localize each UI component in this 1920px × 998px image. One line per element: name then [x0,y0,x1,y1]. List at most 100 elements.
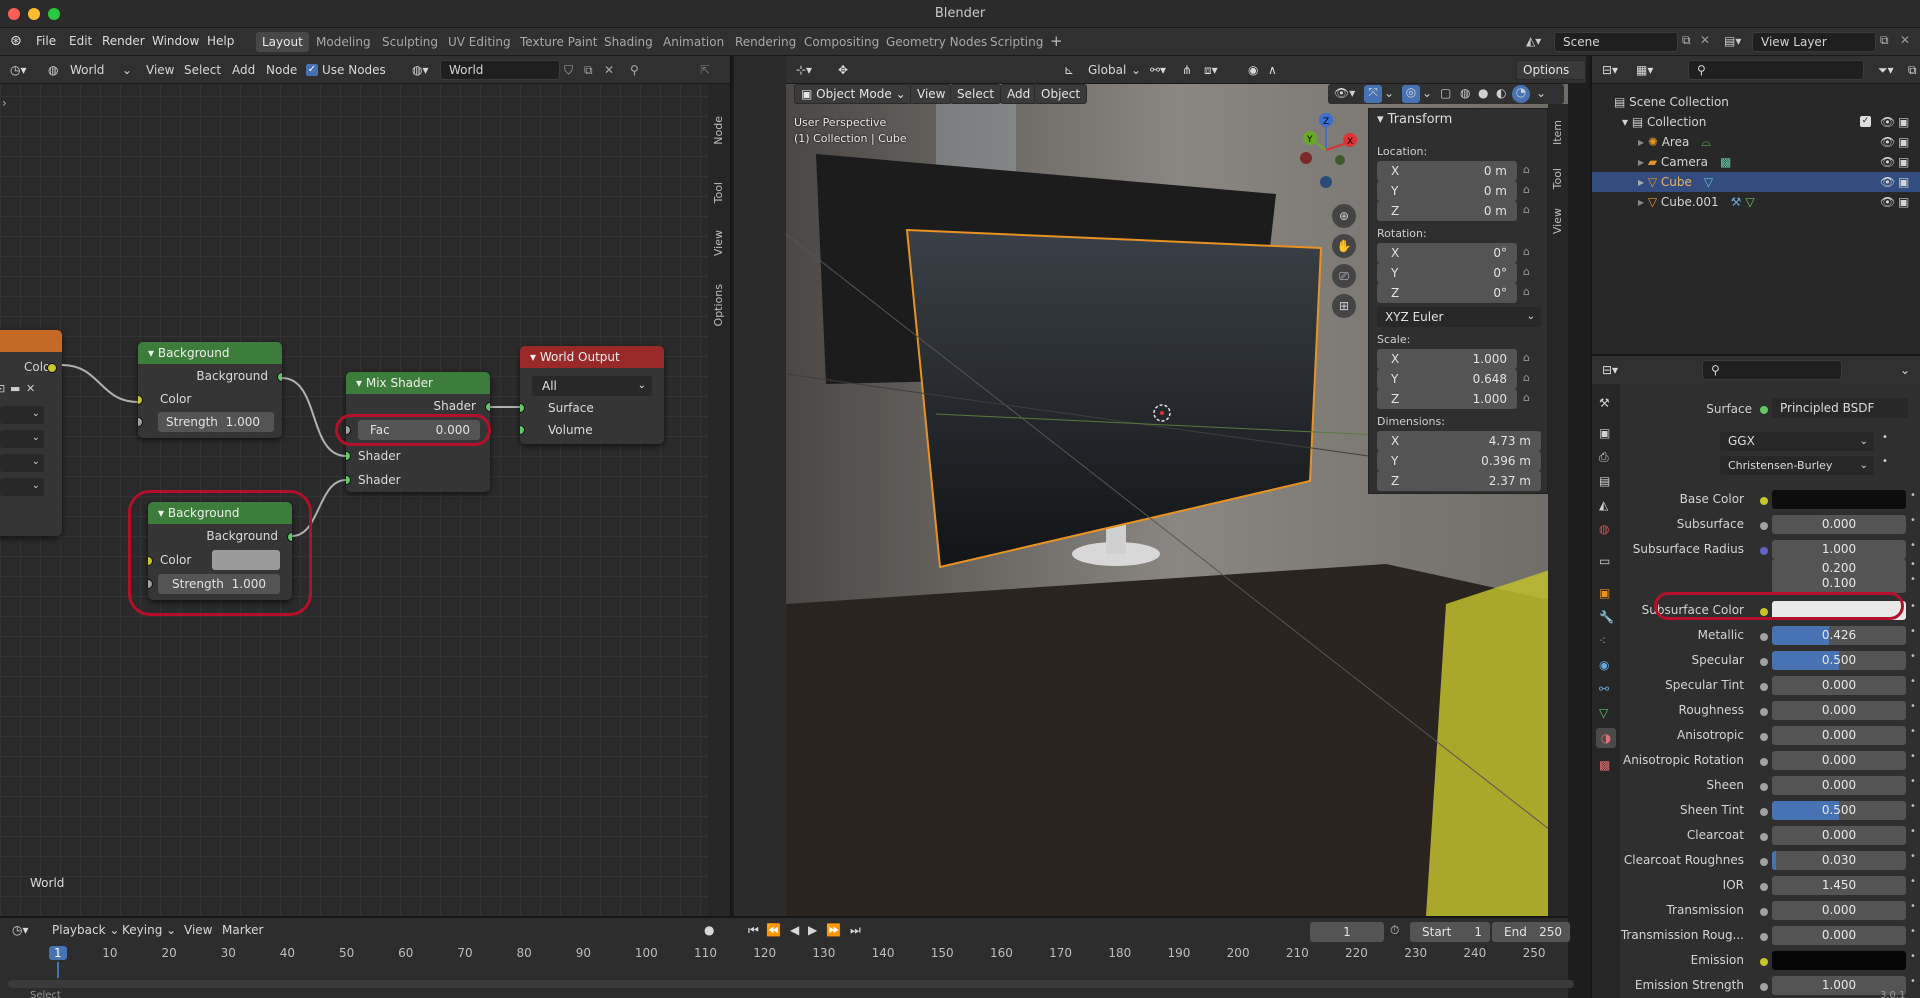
add-workspace-icon[interactable]: + [1050,32,1063,50]
lock-icon[interactable]: ⌂ [1523,391,1530,404]
distribution-dropdown[interactable]: GGX ⌄ [1720,432,1874,451]
tab-modeling[interactable]: Modeling [310,32,377,52]
tab-texture-paint[interactable]: Texture Paint [514,32,603,52]
tab-shading[interactable]: Shading [598,32,659,52]
color-swatch-field[interactable] [1772,490,1906,509]
viewport-menu-object[interactable]: Object [1034,84,1088,104]
location-x-field[interactable]: X0 m [1377,161,1517,181]
transform-title[interactable]: ▾ Transform [1377,112,1452,127]
output-tab-icon[interactable]: ⎙ [1599,450,1609,465]
keyframe-dot-icon[interactable]: • [1910,515,1916,526]
xray-icon[interactable]: ▢ [1440,86,1451,100]
rotation-y-field[interactable]: Y 0° [1377,263,1517,283]
keyframe-dot-icon[interactable]: • [1910,626,1916,637]
display-mode-icon[interactable]: ▦▾ [1636,63,1653,77]
subsurface-method-dropdown[interactable]: Christensen-Burley ⌄ [1720,456,1874,475]
prop-socket-icon[interactable] [1760,958,1768,966]
prop-socket-icon[interactable] [1760,522,1768,530]
collapse-icon[interactable]: ▾ [530,350,540,364]
keyframe-dot-icon[interactable]: • [1882,456,1888,467]
collection-row[interactable]: ▾ ▤ Collection ✓ 👁 ▣ [1592,112,1920,132]
keyframe-dot-icon[interactable]: • [1910,490,1916,501]
menu-edit[interactable]: Edit [69,34,92,48]
prop-socket-icon[interactable] [1760,858,1768,866]
outliner-item-area[interactable]: ▸ ✺ Area ⌓ 👁 ▣ [1592,132,1920,152]
menu-help[interactable]: Help [207,34,234,48]
surface-shader-field[interactable]: Principled BSDF [1772,398,1908,418]
keyframe-dot-icon[interactable]: • [1910,901,1916,912]
rotation-z-field[interactable]: Z 0° [1377,283,1517,303]
new-collection-icon[interactable]: ⧉ [1908,63,1917,78]
strength-field[interactable]: Strength 1.000 [158,412,274,432]
prop-socket-icon[interactable] [1760,783,1768,791]
prop-socket-icon[interactable] [1760,933,1768,941]
timeline-ruler[interactable]: 1 10 20 30 40 50 60 70 80 90 100 110 120 130 140 150 160… [0,918,1568,978]
value-slider[interactable]: 0.000 [1772,701,1906,720]
value-slider[interactable]: 0.000 [1772,751,1906,770]
pivot-point-icon[interactable]: ⚯▾ [1150,63,1166,77]
color-swatch-field[interactable] [1772,951,1906,970]
location-z-field[interactable]: Z0 m [1377,201,1517,221]
lock-icon[interactable]: ⌂ [1523,351,1530,364]
delete-scene-icon[interactable]: ✕ [1700,33,1710,47]
prop-socket-icon[interactable] [1760,883,1768,891]
prop-socket-icon[interactable] [1760,908,1768,916]
value-slider[interactable]: 0.030 [1772,851,1906,870]
surface-socket-icon[interactable] [1760,406,1768,414]
camera-render-icon[interactable]: ▣ [1898,172,1909,192]
eye-icon[interactable]: 👁 [1880,112,1895,132]
prop-socket-icon[interactable] [1760,658,1768,666]
value-slider[interactable]: 0.000 [1772,515,1906,534]
keyframe-dot-icon[interactable]: • [1910,601,1916,612]
menu-render[interactable]: Render [102,34,145,48]
scale-x-field[interactable]: X 1.000 [1377,349,1517,369]
keyframe-dot-icon[interactable]: • [1910,676,1916,687]
world-output-node[interactable]: ▾ World Output All ⌄ Surface Volume [520,346,664,444]
prop-socket-icon[interactable] [1760,683,1768,691]
camera-view-icon[interactable]: ⎚ [1332,264,1356,288]
prop-socket-icon[interactable] [1760,808,1768,816]
expand-icon[interactable]: ▸ [1638,135,1648,149]
outliner-item-camera[interactable]: ▸ ▰ Camera ▩ 👁 ▣ [1592,152,1920,172]
value-slider[interactable]: 0.500 [1772,801,1906,820]
prop-socket-icon[interactable] [1760,497,1768,505]
value-slider[interactable]: 0.000 [1772,676,1906,695]
eye-icon[interactable]: 👁 [1880,152,1895,172]
keyframe-dot-icon[interactable]: • [1910,826,1916,837]
timeline[interactable]: ◷▾ Playback ⌄ Keying ⌄ View Marker ● ⏮ ⏪… [0,916,1905,998]
lock-icon[interactable]: ⌂ [1523,371,1530,384]
solid-shading-icon[interactable]: ● [1478,86,1488,100]
dimensions-x-field[interactable]: X 4.73 m [1377,431,1541,451]
keyframe-dot-icon[interactable]: • [1910,540,1916,551]
camera-render-icon[interactable]: ▣ [1898,132,1909,152]
value-slider[interactable]: 0.100 [1772,574,1906,593]
viewport-editor-type-icon[interactable]: ⊹▾ [796,63,812,77]
overlay-toggle-icon[interactable]: ◎ [1402,85,1420,103]
rendered-shading-icon[interactable]: ◔ [1512,85,1530,103]
background-node-1[interactable]: ▾ Background Background Color Strength 1… [138,342,282,438]
collapse-icon[interactable]: ▾ [148,346,158,360]
orientation-icon[interactable]: ⊾ [1064,63,1074,77]
transform-pivot-icon[interactable]: ✥ [838,63,848,77]
navigation-gizmo[interactable]: Z Y X [1286,110,1366,190]
keyframe-dot-icon[interactable]: • [1910,559,1916,570]
prop-socket-icon[interactable] [1760,983,1768,991]
keyframe-dot-icon[interactable]: • [1910,701,1916,712]
scale-y-field[interactable]: Y 0.648 [1377,369,1517,389]
location-y-field[interactable]: Y0 m [1377,181,1517,201]
timeline-scrollbar[interactable] [8,980,1574,988]
playhead-current-frame[interactable]: 1 [49,946,67,960]
falloff-icon[interactable]: ∧ [1268,63,1277,77]
value-slider[interactable]: 1.450 [1772,876,1906,895]
lock-icon[interactable]: ⌂ [1523,245,1530,258]
gizmo-toggle-icon[interactable]: ⤧ [1364,85,1382,103]
collapse-icon[interactable]: ▾ [356,376,366,390]
keyframe-dot-icon[interactable]: • [1910,801,1916,812]
lock-icon[interactable]: ⌂ [1523,265,1530,278]
zoom-icon[interactable]: ⊕ [1332,204,1356,228]
material-shading-icon[interactable]: ◐ [1496,86,1506,100]
keyframe-dot-icon[interactable]: • [1882,432,1888,443]
snap-magnet-icon[interactable]: ⋔ [1182,63,1192,77]
proportional-edit-icon[interactable]: ◉ [1248,63,1258,77]
outliner[interactable]: ⊟▾ ▦▾ ⚲ ⏷▾ ⧉ ▤ Scene Collection ▾ ▤ Coll… [1590,56,1920,354]
